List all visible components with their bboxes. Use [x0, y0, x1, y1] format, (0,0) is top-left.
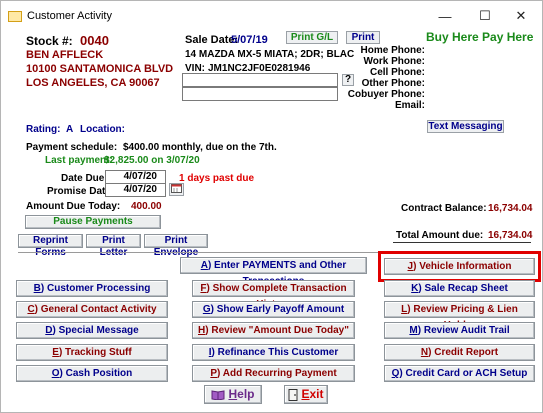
stock-number: 0040: [80, 33, 109, 48]
past-due-status: 1 days past due: [179, 173, 255, 184]
minimize-button[interactable]: —: [425, 5, 465, 27]
customer-address-line2: LOS ANGELES, CA 90067: [26, 77, 160, 89]
pause-payments-button[interactable]: Pause Payments: [25, 215, 161, 229]
work-phone-label: Work Phone:: [363, 56, 425, 67]
tracking-stuff-button[interactable]: E) Tracking Stuff: [16, 344, 168, 361]
app-icon: [8, 11, 22, 22]
close-button[interactable]: ✕: [501, 5, 541, 27]
print-envelope-button[interactable]: Print Envelope: [144, 234, 208, 258]
amount-due-value: 400.00: [131, 201, 162, 212]
contract-balance: 16,734.04: [488, 203, 533, 214]
exit-button[interactable]: Exit: [284, 385, 328, 404]
cell-phone-label: Cell Phone:: [369, 67, 425, 78]
special-message-button[interactable]: D) Special Message: [16, 322, 168, 339]
cobuyer-phone-label: Cobuyer Phone:: [347, 89, 425, 100]
audit-trail-button[interactable]: M) Review Audit Trail: [384, 322, 535, 339]
stock-label: Stock #:: [26, 34, 73, 48]
title-bar: Customer Activity — ☐ ✕: [1, 1, 542, 31]
other-phone-label: Other Phone:: [361, 78, 425, 89]
credit-card-ach-button[interactable]: Q) Credit Card or ACH Setup: [384, 365, 535, 382]
vehicle-description: 14 MAZDA MX-5 MIATA; 2DR; BLAC: [185, 49, 355, 60]
rating-label: Rating:: [26, 124, 61, 135]
review-amount-due-button[interactable]: H) Review "Amount Due Today": [192, 322, 355, 339]
customer-input-1[interactable]: [182, 73, 338, 87]
rating-value: A: [66, 124, 74, 135]
maximize-button[interactable]: ☐: [465, 5, 505, 27]
text-messaging-button[interactable]: Text Messaging: [427, 120, 504, 133]
total-underline: [393, 242, 531, 243]
calendar-button[interactable]: [169, 183, 184, 196]
review-pricing-button[interactable]: L) Review Pricing & Lien Holder: [384, 301, 535, 331]
date-due-label: Date Due:: [61, 173, 108, 184]
general-contact-button[interactable]: C) General Contact Activity: [16, 301, 168, 318]
transaction-history-button[interactable]: F) Show Complete Transaction History: [192, 280, 355, 310]
recurring-payment-button[interactable]: P) Add Recurring Payment: [192, 365, 355, 382]
lookup-button[interactable]: ?: [342, 74, 354, 86]
payment-schedule: $400.00 monthly, due on the 7th.: [123, 142, 277, 153]
promise-date-field[interactable]: 4/07/20: [105, 183, 166, 197]
print-button[interactable]: Print: [346, 31, 380, 44]
total-amount-due: 16,734.04: [488, 230, 533, 241]
print-letter-button[interactable]: Print Letter: [86, 234, 141, 258]
sale-date: 5/07/19: [231, 34, 268, 46]
window-title: Customer Activity: [27, 10, 112, 22]
home-phone-label: Home Phone:: [360, 45, 425, 56]
customer-activity-window: Customer Activity — ☐ ✕ Stock #: 0040 BE…: [0, 0, 543, 413]
payment-schedule-label: Payment schedule:: [26, 142, 118, 153]
amount-due-label: Amount Due Today:: [26, 201, 121, 212]
vehicle-information-button[interactable]: J) Vehicle Information: [384, 258, 535, 275]
book-icon: [211, 390, 225, 401]
total-amount-due-label: Total Amount due:: [396, 230, 484, 241]
last-payment-label: Last payment:: [45, 155, 113, 166]
email-label: Email:: [394, 100, 425, 111]
cash-position-button[interactable]: O) Cash Position: [16, 365, 168, 382]
last-payment: $2,825.00 on 3/07/20: [104, 155, 200, 166]
door-exit-icon: [288, 388, 298, 401]
sale-recap-button[interactable]: K) Sale Recap Sheet: [384, 280, 535, 297]
brand-label: Buy Here Pay Here: [426, 30, 534, 44]
customer-processing-button[interactable]: B) Customer Processing: [16, 280, 168, 297]
date-due-field[interactable]: 4/07/20: [105, 170, 166, 184]
customer-name: BEN AFFLECK: [26, 49, 104, 61]
customer-address-line1: 10100 SANTAMONICA BLVD # 2500: [26, 63, 176, 75]
contract-balance-label: Contract Balance:: [401, 203, 487, 214]
location-label: Location:: [80, 124, 125, 135]
customer-input-2[interactable]: [182, 87, 338, 101]
refinance-button[interactable]: I) Refinance This Customer: [192, 344, 355, 361]
early-payoff-button[interactable]: G) Show Early Payoff Amount: [192, 301, 355, 318]
help-button[interactable]: Help: [204, 385, 262, 404]
enter-payments-button[interactable]: A) Enter PAYMENTS and Other Transactions: [180, 257, 367, 287]
calendar-icon: [171, 184, 182, 193]
credit-report-button[interactable]: N) Credit Report: [384, 344, 535, 361]
reprint-forms-button[interactable]: Reprint Forms: [18, 234, 83, 258]
print-gl-button[interactable]: Print G/L: [286, 31, 338, 44]
